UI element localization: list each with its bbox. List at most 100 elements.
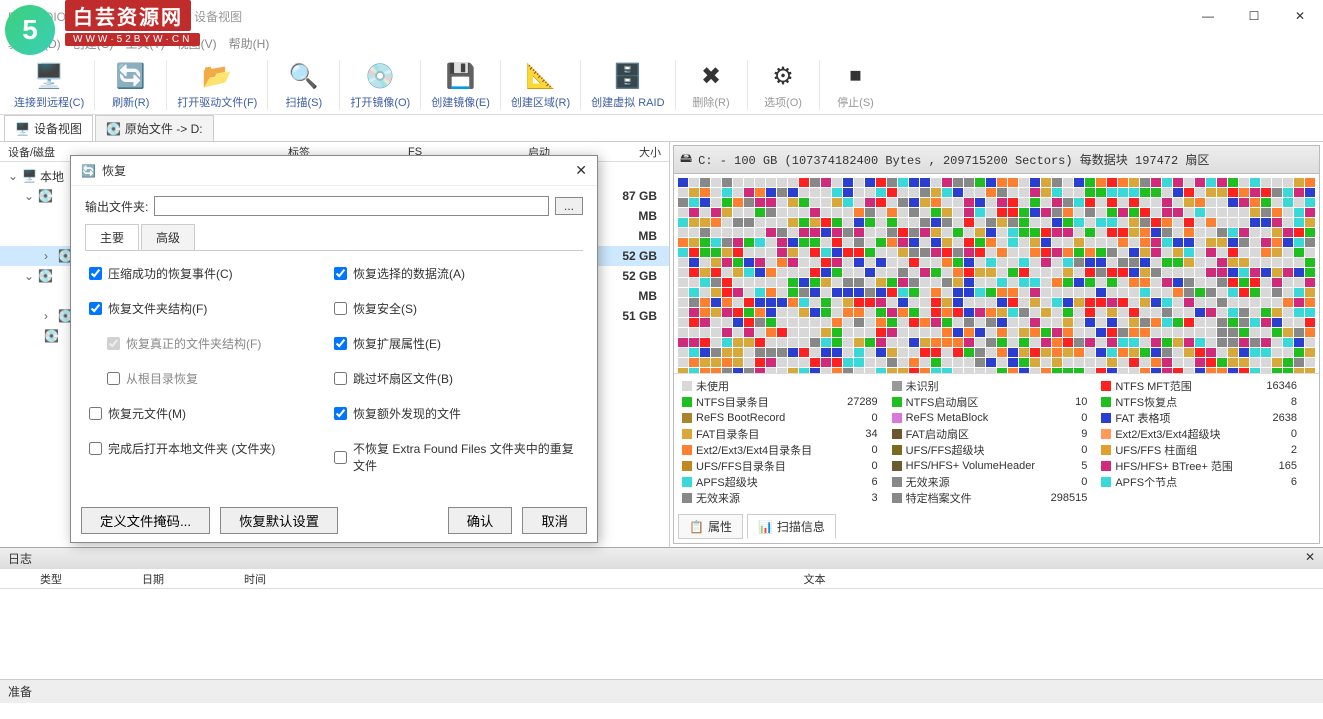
legend-item: HFS/HFS+ BTree+ 范围165	[1101, 458, 1311, 474]
menu-help[interactable]: 帮助(H)	[229, 35, 270, 52]
dialog-tab-main[interactable]: 主要	[85, 224, 139, 250]
checkbox[interactable]	[89, 407, 102, 420]
col-size[interactable]: 大小	[600, 144, 669, 160]
ok-button[interactable]: 确认	[448, 507, 513, 534]
toolbar-刷新r[interactable]: 🔄刷新(R)	[95, 60, 167, 110]
maximize-button[interactable]: ☐	[1231, 0, 1277, 32]
chevron-down-icon[interactable]: ⌄	[24, 189, 38, 203]
option-checkbox[interactable]: 恢复元文件(M)	[89, 405, 334, 422]
option-checkbox[interactable]: 压缩成功的恢复事件(C)	[89, 265, 334, 282]
cancel-button[interactable]: 取消	[522, 507, 587, 534]
log-col-date[interactable]: 日期	[102, 571, 204, 587]
recovery-icon: 🔄	[81, 164, 96, 178]
computer-icon: 🖥️	[22, 169, 40, 183]
toolbar-停止s[interactable]: ⏹停止(S)	[820, 60, 892, 110]
toolbar-创建虚拟 raid[interactable]: 🗄️创建虚拟 RAID	[581, 60, 675, 110]
checkbox[interactable]	[334, 372, 347, 385]
option-checkbox[interactable]: 不恢复 Extra Found Files 文件夹中的重复文件	[334, 440, 579, 474]
checkbox[interactable]	[334, 337, 347, 350]
browse-button[interactable]: ...	[555, 197, 583, 215]
option-checkbox[interactable]: 跳过坏扇区文件(B)	[334, 370, 579, 387]
checkbox[interactable]	[334, 407, 347, 420]
option-label: 恢复真正的文件夹结构(F)	[126, 335, 261, 352]
define-mask-button[interactable]: 定义文件掩码...	[81, 507, 210, 534]
chevron-right-icon[interactable]: ›	[44, 309, 58, 323]
legend: 未使用未识别NTFS MFT范围16346NTFS目录条目27289NTFS启动…	[674, 373, 1319, 510]
close-button[interactable]: ✕	[1277, 0, 1323, 32]
option-checkbox[interactable]: 恢复额外发现的文件	[334, 405, 579, 422]
checkbox[interactable]	[107, 372, 120, 385]
checkbox[interactable]	[334, 267, 347, 280]
tool-icon: 🖥️	[33, 60, 65, 92]
dialog-tab-advanced[interactable]: 高级	[141, 224, 195, 250]
tool-label: 创建区域(R)	[511, 94, 570, 110]
log-col-type[interactable]: 类型	[0, 571, 102, 587]
chevron-right-icon[interactable]: ›	[44, 249, 58, 263]
drive-info: C: - 100 GB (107374182400 Bytes , 209715…	[698, 151, 1209, 168]
tab-properties[interactable]: 📋属性	[678, 514, 743, 539]
toolbar-选项o[interactable]: ⚙选项(O)	[748, 60, 820, 110]
toolbar-删除r[interactable]: ✖删除(R)	[676, 60, 748, 110]
checkbox[interactable]	[334, 451, 347, 464]
option-checkbox[interactable]: 恢复真正的文件夹结构(F)	[107, 335, 334, 352]
option-checkbox[interactable]: 恢复安全(S)	[334, 300, 579, 317]
checkbox[interactable]	[89, 442, 102, 455]
log-close-icon[interactable]: ✕	[1305, 550, 1315, 567]
option-label: 跳过坏扇区文件(B)	[353, 370, 453, 387]
tool-label: 创建镜像(E)	[431, 94, 490, 110]
checkbox[interactable]	[334, 302, 347, 315]
info-icon: 📊	[758, 520, 773, 534]
legend-item: APFS个节点6	[1101, 474, 1311, 490]
output-folder-input[interactable]	[154, 196, 549, 216]
tab-strip: 🖥️ 设备视图 💽 原始文件 -> D:	[0, 115, 1323, 142]
log-col-text[interactable]: 文本	[306, 571, 1323, 587]
checkbox[interactable]	[89, 267, 102, 280]
tool-label: 停止(S)	[837, 94, 874, 110]
dialog-close-icon[interactable]: ✕	[575, 162, 587, 179]
toolbar-扫描s[interactable]: 🔍扫描(S)	[268, 60, 340, 110]
tab-label: 扫描信息	[777, 518, 825, 535]
log-col-time[interactable]: 时间	[204, 571, 306, 587]
legend-item: 未使用	[682, 378, 892, 394]
checkbox[interactable]	[107, 337, 120, 350]
tab-scan-info[interactable]: 📊 扫描信息	[747, 514, 836, 539]
option-label: 恢复文件夹结构(F)	[108, 300, 207, 317]
recovery-dialog: 🔄 恢复 ✕ 输出文件夹: ... 主要 高级 压缩成功的恢复事件(C)恢复文件…	[70, 155, 598, 543]
list-icon: 📋	[689, 520, 704, 534]
tab-raw-files[interactable]: 💽 原始文件 -> D:	[95, 115, 214, 141]
minimize-button[interactable]: —	[1185, 0, 1231, 32]
chevron-down-icon[interactable]: ⌄	[24, 269, 38, 283]
option-checkbox[interactable]: 恢复文件夹结构(F)	[89, 300, 334, 317]
legend-item: NTFS恢复点8	[1101, 394, 1311, 410]
reset-defaults-button[interactable]: 恢复默认设置	[220, 507, 338, 534]
chevron-down-icon[interactable]: ⌄	[8, 169, 22, 183]
sector-map-header: 🖴 C: - 100 GB (107374182400 Bytes , 2097…	[674, 146, 1319, 174]
checkbox[interactable]	[89, 302, 102, 315]
size-label: 52 GB	[622, 269, 669, 283]
option-checkbox[interactable]: 恢复扩展属性(E)	[334, 335, 579, 352]
sector-map[interactable]	[674, 174, 1319, 373]
legend-item: FAT启动扇区9	[892, 426, 1102, 442]
option-label: 不恢复 Extra Found Files 文件夹中的重复文件	[353, 440, 579, 474]
option-label: 恢复元文件(M)	[108, 405, 186, 422]
option-checkbox[interactable]: 恢复选择的数据流(A)	[334, 265, 579, 282]
toolbar-打开驱动文件f[interactable]: 📂打开驱动文件(F)	[167, 60, 268, 110]
toolbar-打开镜像o[interactable]: 💿打开镜像(O)	[340, 60, 421, 110]
option-checkbox[interactable]: 从根目录恢复	[107, 370, 334, 387]
log-title: 日志	[8, 550, 32, 567]
legend-item: FAT 表格项2638	[1101, 410, 1311, 426]
option-label: 完成后打开本地文件夹 (文件夹)	[108, 440, 275, 457]
drive-icon: 💽	[38, 189, 56, 203]
toolbar-创建区域r[interactable]: 📐创建区域(R)	[501, 60, 581, 110]
log-columns: 类型 日期 时间 文本	[0, 569, 1323, 589]
legend-item: UFS/FFS目录条目0	[682, 458, 892, 474]
tab-device-view[interactable]: 🖥️ 设备视图	[4, 115, 93, 141]
legend-item: NTFS目录条目27289	[682, 394, 892, 410]
tool-label: 打开镜像(O)	[350, 94, 410, 110]
monitor-icon: 🖥️	[15, 122, 30, 136]
toolbar-创建镜像e[interactable]: 💾创建镜像(E)	[421, 60, 501, 110]
option-checkbox[interactable]: 完成后打开本地文件夹 (文件夹)	[89, 440, 334, 457]
legend-item: 无效来源3	[682, 490, 892, 506]
tab-label: 设备视图	[34, 120, 82, 137]
toolbar-连接到远程c[interactable]: 🖥️连接到远程(C)	[4, 60, 95, 110]
